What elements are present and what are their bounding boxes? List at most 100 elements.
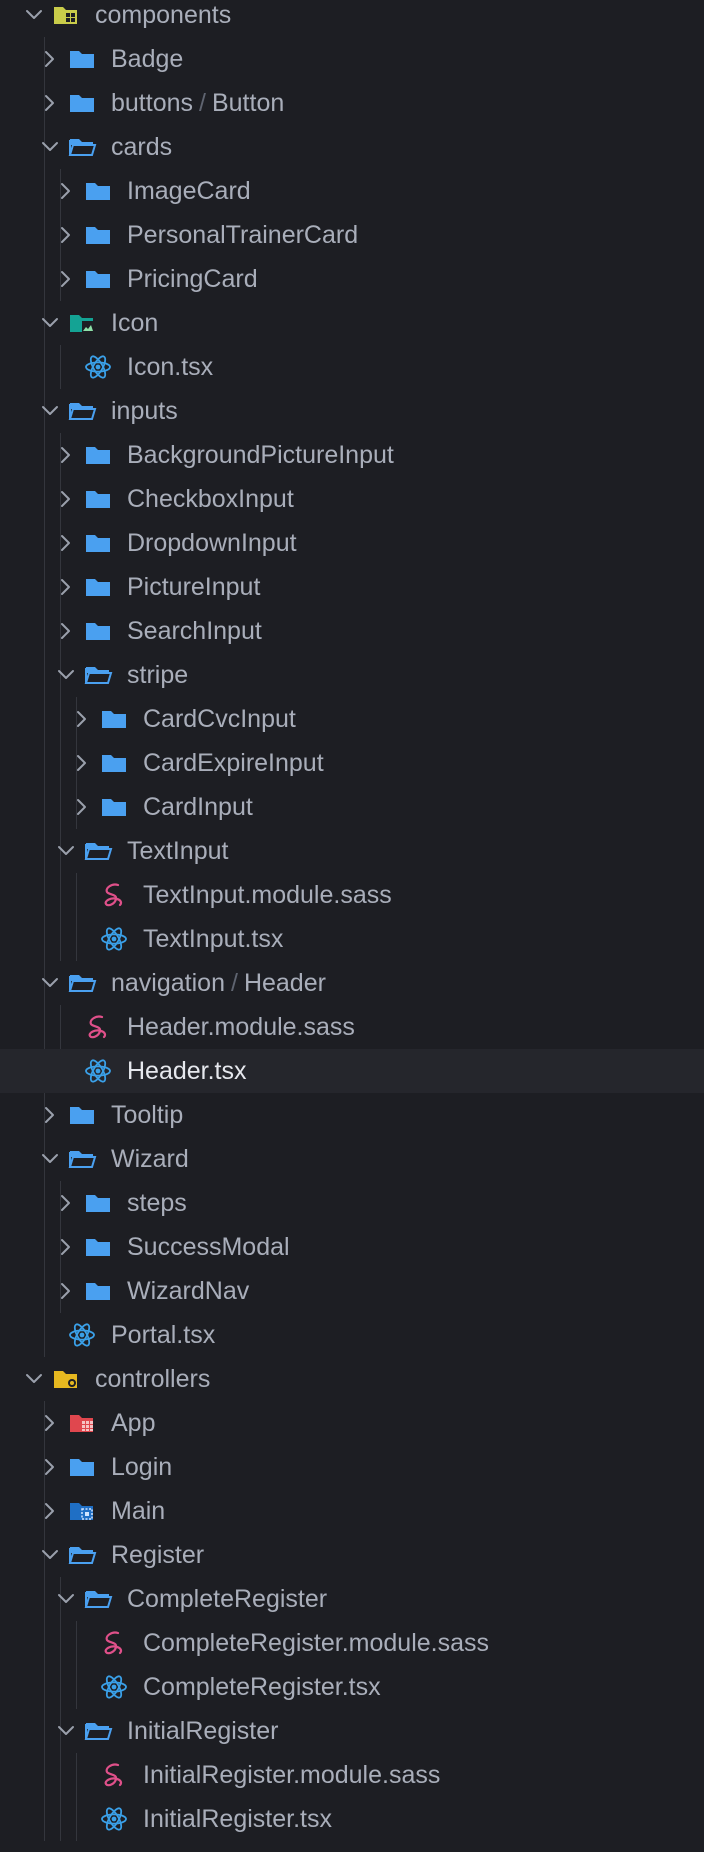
folder-open-icon xyxy=(67,968,97,998)
tree-folder-row[interactable]: CheckboxInput xyxy=(0,477,704,521)
tree-folder-row[interactable]: Register xyxy=(0,1533,704,1577)
tree-folder-row[interactable]: Wizard xyxy=(0,1137,704,1181)
chevron-down-icon[interactable] xyxy=(40,1541,60,1569)
chevron-down-icon[interactable] xyxy=(56,661,76,689)
tree-folder-row[interactable]: TextInput xyxy=(0,829,704,873)
tree-folder-row[interactable]: CardExpireInput xyxy=(0,741,704,785)
tree-item-label: PricingCard xyxy=(127,265,258,293)
chevron-right-icon[interactable] xyxy=(56,441,76,469)
tree-item-label: Icon xyxy=(111,309,158,337)
folder-icon xyxy=(67,88,97,118)
tree-item-name: steps xyxy=(127,1189,187,1217)
tree-folder-row[interactable]: PictureInput xyxy=(0,565,704,609)
tree-item-label: PictureInput xyxy=(127,573,260,601)
tree-item-name: cards xyxy=(111,133,173,161)
tree-folder-row[interactable]: WizardNav xyxy=(0,1269,704,1313)
chevron-right-icon[interactable] xyxy=(40,45,60,73)
chevron-right-icon[interactable] xyxy=(72,793,92,821)
tree-file-row[interactable]: CompleteRegister.module.sass xyxy=(0,1621,704,1665)
tree-item-label: inputs xyxy=(111,397,178,425)
tree-folder-row[interactable]: App xyxy=(0,1401,704,1445)
folder-components-icon xyxy=(51,0,81,30)
chevron-right-icon[interactable] xyxy=(56,617,76,645)
tree-folder-row[interactable]: stripe xyxy=(0,653,704,697)
chevron-down-icon[interactable] xyxy=(56,837,76,865)
chevron-right-icon[interactable] xyxy=(56,1233,76,1261)
tree-folder-row[interactable]: BackgroundPictureInput xyxy=(0,433,704,477)
tree-item-label: PersonalTrainerCard xyxy=(127,221,358,249)
tree-file-row[interactable]: CompleteRegister.tsx xyxy=(0,1665,704,1709)
chevron-right-icon[interactable] xyxy=(56,177,76,205)
chevron-down-icon[interactable] xyxy=(24,1365,44,1393)
tree-file-row[interactable]: TextInput.tsx xyxy=(0,917,704,961)
tree-file-row[interactable]: InitialRegister.module.sass xyxy=(0,1753,704,1797)
tree-file-row[interactable]: Header.module.sass xyxy=(0,1005,704,1049)
tree-item-name: Tooltip xyxy=(111,1101,184,1129)
tree-file-row[interactable]: Portal.tsx xyxy=(0,1313,704,1357)
tree-item-name: DropdownInput xyxy=(127,529,297,557)
folder-main-icon xyxy=(67,1496,97,1526)
chevron-down-icon[interactable] xyxy=(40,969,60,997)
chevron-right-icon[interactable] xyxy=(56,529,76,557)
tree-item-name: TextInput xyxy=(127,837,229,865)
tree-item-name: Header.tsx xyxy=(127,1057,247,1085)
chevron-down-icon[interactable] xyxy=(40,309,60,337)
tree-item-name: Login xyxy=(111,1453,173,1481)
chevron-down-icon[interactable] xyxy=(40,1145,60,1173)
chevron-right-icon[interactable] xyxy=(40,1101,60,1129)
tree-folder-row[interactable]: SuccessModal xyxy=(0,1225,704,1269)
folder-icon xyxy=(83,1232,113,1262)
tree-folder-row[interactable]: Badge xyxy=(0,37,704,81)
tree-folder-row[interactable]: CardInput xyxy=(0,785,704,829)
tree-file-row[interactable]: InitialRegister.tsx xyxy=(0,1797,704,1841)
tree-folder-row[interactable]: DropdownInput xyxy=(0,521,704,565)
chevron-down-icon[interactable] xyxy=(40,133,60,161)
chevron-right-icon[interactable] xyxy=(56,485,76,513)
tree-file-row[interactable]: Header.tsx xyxy=(0,1049,704,1093)
chevron-down-icon[interactable] xyxy=(40,397,60,425)
tree-item-name: SearchInput xyxy=(127,617,262,645)
folder-icon xyxy=(83,528,113,558)
tree-folder-row[interactable]: navigation / Header xyxy=(0,961,704,1005)
folder-images-icon xyxy=(67,308,97,338)
tree-folder-row[interactable]: Tooltip xyxy=(0,1093,704,1137)
chevron-down-icon[interactable] xyxy=(56,1717,76,1745)
chevron-right-icon[interactable] xyxy=(56,1277,76,1305)
tree-folder-row[interactable]: PersonalTrainerCard xyxy=(0,213,704,257)
tree-folder-row[interactable]: Icon xyxy=(0,301,704,345)
tree-folder-row[interactable]: cards xyxy=(0,125,704,169)
chevron-down-icon[interactable] xyxy=(56,1585,76,1613)
chevron-right-icon[interactable] xyxy=(56,221,76,249)
chevron-right-icon[interactable] xyxy=(56,265,76,293)
tree-folder-row[interactable]: steps xyxy=(0,1181,704,1225)
tree-folder-row[interactable]: Login xyxy=(0,1445,704,1489)
tree-folder-row[interactable]: Main xyxy=(0,1489,704,1533)
tree-file-row[interactable]: Icon.tsx xyxy=(0,345,704,389)
tree-item-label: SuccessModal xyxy=(127,1233,290,1261)
chevron-right-icon[interactable] xyxy=(40,1497,60,1525)
chevron-right-icon[interactable] xyxy=(40,1453,60,1481)
tree-folder-row[interactable]: components xyxy=(0,0,704,37)
tree-folder-row[interactable]: SearchInput xyxy=(0,609,704,653)
chevron-right-icon[interactable] xyxy=(72,705,92,733)
tree-folder-row[interactable]: PricingCard xyxy=(0,257,704,301)
tree-folder-row[interactable]: buttons / Button xyxy=(0,81,704,125)
tree-item-name: CardInput xyxy=(143,793,253,821)
tree-folder-row[interactable]: ImageCard xyxy=(0,169,704,213)
tree-folder-row[interactable]: inputs xyxy=(0,389,704,433)
chevron-right-icon[interactable] xyxy=(40,1409,60,1437)
folder-icon xyxy=(67,1452,97,1482)
tree-folder-row[interactable]: controllers xyxy=(0,1357,704,1401)
chevron-right-icon[interactable] xyxy=(40,89,60,117)
tree-folder-row[interactable]: InitialRegister xyxy=(0,1709,704,1753)
chevron-right-icon[interactable] xyxy=(56,573,76,601)
chevron-right-icon[interactable] xyxy=(72,749,92,777)
tree-folder-row[interactable]: CompleteRegister xyxy=(0,1577,704,1621)
tree-item-name: BackgroundPictureInput xyxy=(127,441,394,469)
tree-file-row[interactable]: TextInput.module.sass xyxy=(0,873,704,917)
tree-folder-row[interactable]: CardCvcInput xyxy=(0,697,704,741)
chevron-right-icon[interactable] xyxy=(56,1189,76,1217)
folder-icon xyxy=(83,1276,113,1306)
tree-item-name: Register xyxy=(111,1541,205,1569)
chevron-down-icon[interactable] xyxy=(24,1,44,29)
